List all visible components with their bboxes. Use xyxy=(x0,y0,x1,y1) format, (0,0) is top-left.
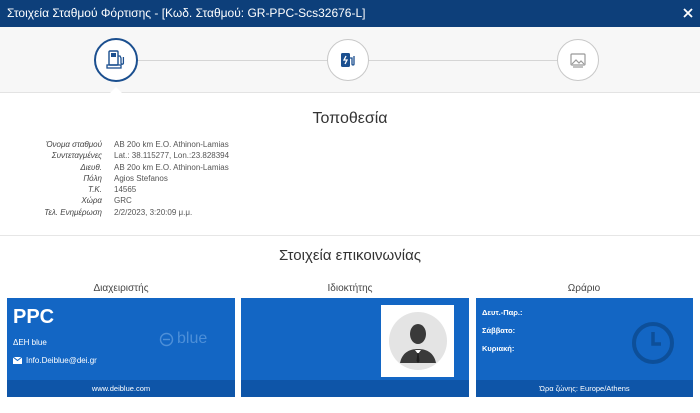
detail-label: Τελ. Ενημέρωση xyxy=(44,207,102,217)
operator-heading: Διαχειριστής xyxy=(93,283,149,294)
window-title: Στοιχεία Σταθμού Φόρτισης - [Κωδ. Σταθμο… xyxy=(7,6,366,20)
operator-email-text: Info.Deiblue@dei.gr xyxy=(26,356,97,365)
person-placeholder-icon xyxy=(388,312,447,370)
power-symbol-icon xyxy=(159,332,174,346)
detail-value: GRC xyxy=(114,196,132,206)
clock-icon xyxy=(632,322,674,364)
detail-value: Agios Stefanos xyxy=(114,173,168,183)
detail-label: Τ.Κ. xyxy=(88,185,102,195)
blue-logo: blue xyxy=(159,330,207,348)
detail-label: Συντεταγμένες xyxy=(51,151,102,161)
active-step-pointer xyxy=(110,87,122,93)
operator-name: PPC xyxy=(13,306,55,328)
window-titlebar: Στοιχεία Σταθμού Φόρτισης - [Κωδ. Σταθμο… xyxy=(0,0,700,27)
owner-card xyxy=(241,298,469,397)
ev-plug-icon xyxy=(341,53,355,67)
hours-saturday: Σάββατο: xyxy=(482,326,516,335)
owner-card-footer xyxy=(241,380,469,397)
detail-value: 14565 xyxy=(114,185,137,195)
hours-card: Δευτ.-Παρ.: Σάββατο: Κυριακή: Ώρα ζώνης:… xyxy=(476,298,693,397)
step-plugs[interactable] xyxy=(327,39,369,81)
detail-label: Χώρα xyxy=(81,196,102,206)
image-gallery-icon xyxy=(570,53,586,68)
step-indicator xyxy=(0,27,700,93)
close-icon[interactable] xyxy=(682,7,694,19)
envelope-icon xyxy=(13,357,22,364)
hours-sunday: Κυριακή: xyxy=(482,344,515,353)
detail-value: 2/2/2023, 3:20:09 μ.μ. xyxy=(114,207,193,217)
owner-avatar xyxy=(381,305,454,377)
step-station[interactable] xyxy=(94,38,138,82)
operator-card: PPC ΔΕΗ blue Info.Deiblue@dei.gr blue ww… xyxy=(7,298,235,397)
hours-timezone: Ώρα ζώνης: Europe/Athens xyxy=(476,380,693,397)
location-title: Τοποθεσία xyxy=(312,110,388,127)
operator-website-link[interactable]: www.deiblue.com xyxy=(7,380,235,397)
hours-heading: Ωράριο xyxy=(567,283,601,294)
operator-subname: ΔΕΗ blue xyxy=(13,338,47,347)
operator-email[interactable]: Info.Deiblue@dei.gr xyxy=(13,356,97,365)
detail-label: Πόλη xyxy=(83,173,102,183)
section-divider xyxy=(0,235,700,236)
owner-heading: Ιδιοκτήτης xyxy=(327,283,373,294)
detail-label: Όνομα σταθμού xyxy=(46,140,102,149)
hours-weekdays: Δευτ.-Παρ.: xyxy=(482,308,523,317)
detail-value: AB 20o km E.O. Athinon-Lamias xyxy=(114,140,229,149)
blue-logo-text: blue xyxy=(177,330,208,347)
detail-value: AB 20o km E.O. Athinon-Lamias xyxy=(114,162,229,172)
contact-title: Στοιχεία επικοινωνίας xyxy=(279,247,421,264)
charging-station-icon xyxy=(106,50,125,69)
detail-value: Lat.: 38.115277, Lon.:23.828394 xyxy=(114,151,230,161)
step-photos[interactable] xyxy=(557,39,599,81)
detail-label: Διευθ. xyxy=(80,162,102,172)
